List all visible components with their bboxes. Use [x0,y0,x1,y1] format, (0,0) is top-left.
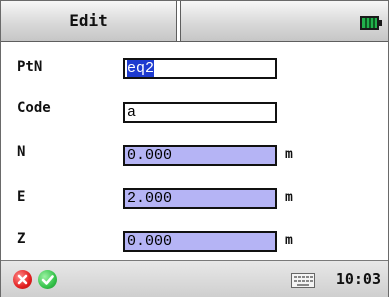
keyboard-icon[interactable] [291,273,315,288]
e-field[interactable]: 2.000 [123,188,277,209]
n-unit: m [285,147,293,162]
header-divider [176,1,181,41]
n-label: N [17,144,26,160]
ptn-field[interactable]: eq2 [123,58,277,79]
ptn-label: PtN [17,59,43,75]
z-unit: m [285,233,293,248]
battery-icon [360,16,382,30]
battery-level-bar [365,18,367,28]
app-window: Edit PtN eq2 Code a N 0.000 m E 2.000 m … [0,0,389,297]
z-field[interactable]: 0.000 [123,231,277,252]
ptn-value: eq2 [127,60,155,77]
ok-check-icon[interactable] [38,270,57,289]
n-field[interactable]: 0.000 [123,145,277,166]
e-unit: m [285,190,293,205]
code-label: Code [17,100,51,116]
footer-bar: 10:03 [1,260,388,297]
battery-level-bar [373,18,375,28]
title-bar: Edit [1,1,388,42]
battery-level-bar [369,18,371,28]
cancel-x-icon[interactable] [13,270,32,289]
code-field[interactable]: a [123,102,277,123]
page-title: Edit [69,11,108,30]
clock: 10:03 [335,270,381,288]
z-label: Z [17,231,26,247]
e-label: E [17,189,26,205]
